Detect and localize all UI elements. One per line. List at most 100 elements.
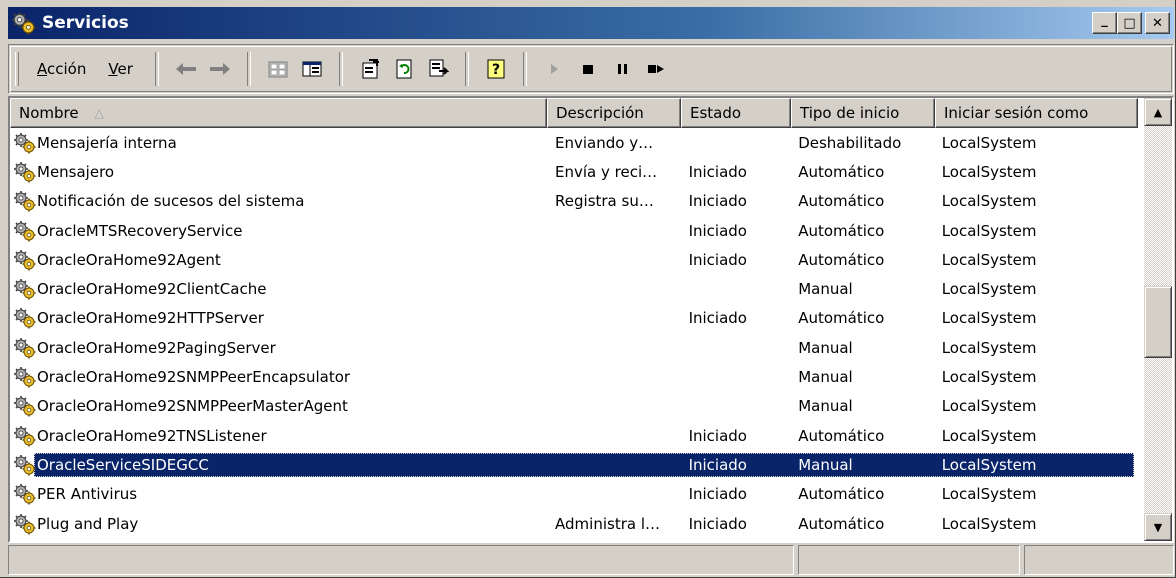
start-service-button[interactable] — [540, 55, 568, 83]
service-row[interactable]: Mensajero Envía y reci… Iniciado Automático… — [10, 157, 1134, 186]
forward-button[interactable] — [206, 55, 234, 83]
service-logon-as: LocalSystem — [941, 455, 1037, 474]
play-icon — [550, 64, 558, 74]
menu-accion-label: cción — [47, 60, 87, 78]
service-row[interactable]: Plug and Play Administra l… Iniciado Automá… — [10, 509, 1134, 538]
title-bar[interactable]: Servicios _ □ ✕ — [8, 7, 1174, 39]
up-level-button[interactable] — [264, 55, 292, 83]
service-status — [679, 132, 789, 154]
service-row[interactable]: OracleOraHome92PagingServer Manual LocalSy… — [10, 333, 1134, 362]
service-startup-type: Automático — [798, 485, 885, 504]
service-status: Iniciado — [688, 309, 747, 328]
service-startup-type: Manual — [798, 397, 853, 416]
services-window: Servicios _ □ ✕ Acción Ver ? Nombre △ De… — [0, 0, 1176, 578]
service-name: PER Antivirus — [37, 485, 138, 504]
service-startup-type: Deshabilitado — [798, 133, 902, 152]
service-logon-as: LocalSystem — [941, 280, 1037, 299]
scroll-down-icon: ▼ — [1153, 520, 1163, 534]
properties-button[interactable] — [356, 55, 384, 83]
service-row[interactable]: OracleServiceSIDEGCC Iniciado Manual LocalS… — [10, 450, 1134, 479]
service-status — [679, 395, 789, 417]
help-button[interactable]: ? — [482, 55, 510, 83]
maximize-button[interactable]: □ — [1117, 12, 1142, 34]
refresh-button[interactable] — [390, 55, 418, 83]
service-name-cell: OracleOraHome92SNMPPeerEncapsulator — [10, 366, 545, 389]
service-name-cell: OracleOraHome92TNSListener — [10, 424, 545, 447]
service-logon-as: LocalSystem — [941, 133, 1037, 152]
column-name-label: Nombre — [19, 104, 79, 122]
service-logon-as: LocalSystem — [941, 368, 1037, 387]
service-name-cell: Mensajero — [10, 161, 545, 183]
restart-icon — [647, 65, 664, 73]
service-logon-as: LocalSystem — [941, 338, 1037, 357]
service-name: OracleOraHome92TNSListener — [37, 426, 267, 445]
menu-accion[interactable]: Acción — [29, 60, 94, 78]
service-startup-type: Manual — [798, 368, 853, 387]
service-startup-type: Automático — [798, 192, 885, 211]
service-status: Iniciado — [688, 192, 747, 211]
folder-grid-icon — [268, 61, 288, 78]
service-row[interactable]: OracleOraHome92TNSListener Iniciado Automá… — [10, 421, 1134, 450]
services-rows: Mensajería interna Enviando y… Deshabilita… — [10, 128, 1134, 538]
column-header-description[interactable]: Descripción — [547, 98, 681, 128]
service-name-cell: OracleMTSRecoveryService — [10, 219, 545, 242]
service-description: Registra su… — [555, 192, 654, 211]
service-description — [545, 220, 679, 242]
service-description: Envía y reci… — [555, 162, 658, 181]
menu-ver-label: er — [117, 60, 133, 78]
service-name-cell: OracleOraHome92PagingServer — [10, 336, 545, 359]
column-header-startup[interactable]: Tipo de inicio — [791, 98, 935, 128]
service-row[interactable]: OracleOraHome92ClientCache Manual LocalSys… — [10, 274, 1134, 303]
window-title: Servicios — [42, 13, 129, 33]
close-button[interactable]: ✕ — [1145, 12, 1170, 34]
service-row[interactable]: OracleOraHome92SNMPPeerEncapsulator Manua… — [10, 362, 1134, 391]
service-row[interactable]: OracleOraHome92HTTPServer Iniciado Automát… — [10, 304, 1134, 333]
service-row[interactable]: Mensajería interna Enviando y… Deshabilita… — [10, 128, 1134, 157]
help-icon: ? — [487, 59, 505, 79]
scroll-thumb[interactable] — [1144, 286, 1172, 358]
column-header-logon[interactable]: Iniciar sesión como — [935, 98, 1138, 128]
vertical-scrollbar[interactable]: ▲ ▼ — [1144, 98, 1172, 541]
forward-arrow-icon — [209, 63, 230, 75]
stop-service-button[interactable] — [574, 55, 602, 83]
service-row[interactable]: OracleOraHome92Agent Iniciado Automático Lo… — [10, 245, 1134, 274]
service-startup-type: Manual — [798, 455, 853, 474]
pause-service-button[interactable] — [608, 55, 636, 83]
sort-ascending-icon: △ — [94, 106, 104, 120]
scroll-down-button[interactable]: ▼ — [1144, 513, 1172, 541]
minimize-button[interactable]: _ — [1092, 12, 1117, 34]
services-list[interactable]: Nombre △ Descripción Estado Tipo de inici… — [8, 96, 1174, 543]
column-header-name[interactable]: Nombre △ — [10, 98, 547, 128]
service-gear-icon — [14, 366, 36, 389]
toolbar-separator — [338, 52, 343, 86]
scroll-up-button[interactable]: ▲ — [1144, 98, 1172, 126]
toolbar-grip[interactable] — [15, 52, 19, 86]
service-name: OracleOraHome92HTTPServer — [37, 309, 264, 328]
back-button[interactable] — [172, 55, 200, 83]
scroll-up-icon: ▲ — [1153, 105, 1163, 119]
refresh-icon — [396, 59, 412, 79]
service-row[interactable]: OracleOraHome92SNMPPeerMasterAgent Manual… — [10, 392, 1134, 421]
show-hide-tree-button[interactable] — [298, 55, 326, 83]
close-icon: ✕ — [1152, 15, 1163, 31]
back-arrow-icon — [175, 63, 196, 75]
restart-service-button[interactable] — [642, 55, 670, 83]
stop-icon — [582, 65, 593, 74]
toolbar-separator — [522, 52, 527, 86]
export-list-button[interactable] — [424, 55, 452, 83]
services-gear-icon — [12, 11, 36, 35]
toolbar-separator — [464, 52, 469, 86]
column-header-status[interactable]: Estado — [681, 98, 791, 128]
service-name: OracleOraHome92SNMPPeerEncapsulator — [37, 368, 351, 387]
service-row[interactable]: Notificación de sucesos del sistema Regis… — [10, 187, 1134, 216]
service-name: OracleOraHome92PagingServer — [37, 338, 276, 357]
service-startup-type: Automático — [798, 309, 885, 328]
service-description — [545, 454, 679, 476]
menu-ver[interactable]: Ver — [100, 60, 141, 78]
service-row[interactable]: PER Antivirus Iniciado Automático LocalSyst… — [10, 480, 1134, 509]
service-description — [545, 307, 679, 329]
service-name-cell: PER Antivirus — [10, 483, 545, 506]
service-name: Mensajero — [37, 162, 115, 181]
service-row[interactable]: OracleMTSRecoveryService Iniciado Automáti… — [10, 216, 1134, 245]
service-description — [545, 425, 679, 447]
